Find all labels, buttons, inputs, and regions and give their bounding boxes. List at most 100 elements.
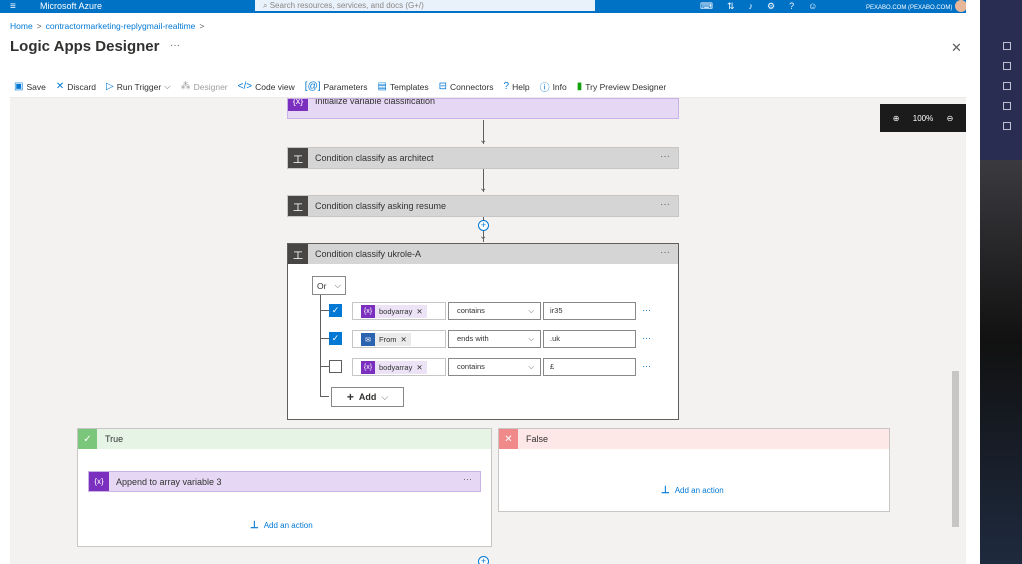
hamburger-menu-icon[interactable]: ≡ bbox=[10, 0, 16, 13]
condition-tree-branch bbox=[320, 366, 329, 367]
help-button[interactable]: ? Help bbox=[504, 81, 530, 92]
group-operator-dropdown[interactable]: Or ⌵ bbox=[312, 276, 346, 295]
condition-tree-branch bbox=[320, 310, 329, 311]
templates-button[interactable]: ▤ Templates bbox=[377, 81, 428, 92]
canvas-scrollbar[interactable] bbox=[952, 371, 959, 527]
add-action-icon: ⊥ bbox=[250, 520, 259, 531]
add-action-true[interactable]: ⊥ Add an action bbox=[250, 520, 313, 531]
row-checkbox[interactable]: ✓ bbox=[329, 332, 342, 345]
false-branch-header[interactable]: ✕ False bbox=[499, 429, 889, 449]
token-remove-icon[interactable]: ✕ bbox=[416, 307, 422, 316]
zoom-in-icon[interactable]: ⊕ bbox=[893, 114, 900, 123]
search-icon: ⌕ bbox=[263, 1, 270, 10]
azure-brand[interactable]: Microsoft Azure bbox=[40, 0, 102, 13]
add-action-icon: ⊥ bbox=[661, 485, 670, 496]
condition-icon: ⼯ bbox=[288, 148, 308, 168]
operator-dropdown[interactable]: contains ⌵ bbox=[448, 358, 541, 376]
right-operand-field[interactable]: £ bbox=[543, 358, 636, 376]
insert-step-plus-icon[interactable]: + bbox=[478, 556, 489, 564]
operator-label: ends with bbox=[457, 334, 489, 343]
arrow-down-icon: ⌄ bbox=[479, 183, 488, 194]
help-icon[interactable]: ? bbox=[789, 0, 794, 13]
step-append-to-array[interactable]: {x} Append to array variable 3 ··· bbox=[88, 471, 481, 492]
step-more-button[interactable]: ··· bbox=[660, 151, 670, 162]
row-more-button[interactable]: ··· bbox=[642, 305, 651, 315]
directory-filter-icon[interactable]: ⇅ bbox=[727, 0, 735, 13]
flag-icon: ▮ bbox=[576, 81, 583, 92]
token-label: bodyarray bbox=[379, 307, 413, 316]
left-operand-field[interactable]: {x} bodyarray ✕ bbox=[352, 302, 446, 320]
step-condition-architect[interactable]: ⼯ Condition classify as architect ··· bbox=[287, 147, 679, 169]
row-more-button[interactable]: ··· bbox=[642, 361, 651, 371]
list-checkbox bbox=[1003, 42, 1011, 50]
cloud-shell-icon[interactable]: ⌨ bbox=[700, 0, 713, 13]
breadcrumb-home[interactable]: Home bbox=[10, 21, 33, 31]
condition-icon: ⼯ bbox=[288, 196, 308, 216]
background-photo bbox=[980, 160, 1022, 564]
account-tenant[interactable]: PEXABO.COM (PEXABO.COM) bbox=[866, 3, 952, 13]
operand-value: .uk bbox=[550, 334, 561, 343]
topbar-icons: ⌨ ⇅ ♪ ⚙ ? ☺ bbox=[700, 0, 817, 13]
token-remove-icon[interactable]: ✕ bbox=[401, 335, 407, 344]
code-view-button[interactable]: </> Code view bbox=[238, 81, 295, 92]
page-more-button[interactable]: ··· bbox=[170, 40, 180, 51]
left-operand-field[interactable]: ✉ From ✕ bbox=[352, 330, 446, 348]
chevron-down-icon: ⌵ bbox=[528, 362, 534, 371]
save-button[interactable]: ▣ Save bbox=[14, 81, 46, 92]
step-header: ⼯ Condition classify asking resume ··· bbox=[288, 196, 678, 216]
operand-value: £ bbox=[550, 362, 555, 371]
row-checkbox[interactable] bbox=[329, 360, 342, 373]
true-branch-header[interactable]: ✓ True bbox=[78, 429, 491, 449]
row-more-button[interactable]: ··· bbox=[642, 333, 651, 343]
connectors-button[interactable]: ⊟ Connectors bbox=[439, 81, 494, 92]
step-more-button[interactable]: ··· bbox=[660, 247, 670, 258]
condition-tree-branch bbox=[320, 396, 329, 397]
row-checkbox[interactable]: ✓ bbox=[329, 304, 342, 317]
page-title: Logic Apps Designer bbox=[10, 38, 160, 55]
step-more-button[interactable]: ··· bbox=[660, 199, 670, 210]
parameters-icon: [@] bbox=[304, 81, 321, 92]
settings-gear-icon[interactable]: ⚙ bbox=[767, 0, 775, 13]
add-condition-button[interactable]: + Add ⌵ bbox=[331, 387, 404, 407]
mail-icon: ✉ bbox=[361, 333, 375, 346]
insert-step-plus-icon[interactable]: + bbox=[478, 220, 489, 231]
dynamic-token[interactable]: {x} bodyarray ✕ bbox=[361, 305, 427, 318]
add-action-false[interactable]: ⊥ Add an action bbox=[661, 485, 724, 496]
operator-dropdown[interactable]: contains ⌵ bbox=[448, 302, 541, 320]
designer-button[interactable]: ⁂ Designer bbox=[181, 81, 228, 92]
step-title: Condition classify asking resume bbox=[315, 201, 447, 211]
token-label: bodyarray bbox=[379, 363, 413, 372]
operator-dropdown[interactable]: ends with ⌵ bbox=[448, 330, 541, 348]
info-icon: ⓘ bbox=[539, 83, 550, 94]
dynamic-token[interactable]: {x} bodyarray ✕ bbox=[361, 361, 427, 374]
left-operand-field[interactable]: {x} bodyarray ✕ bbox=[352, 358, 446, 376]
step-condition-resume[interactable]: ⼯ Condition classify asking resume ··· bbox=[287, 195, 679, 217]
info-button[interactable]: ⓘ Info bbox=[539, 79, 567, 95]
step-title: Condition classify ukrole-A bbox=[315, 249, 422, 259]
right-operand-field[interactable]: .uk bbox=[543, 330, 636, 348]
zoom-out-icon[interactable]: ⊖ bbox=[947, 114, 954, 123]
condition-tree-branch bbox=[320, 338, 329, 339]
run-trigger-button[interactable]: ▷ Run Trigger ⌵ bbox=[106, 81, 171, 92]
condition-icon: ⼯ bbox=[288, 244, 308, 264]
token-remove-icon[interactable]: ✕ bbox=[416, 363, 422, 372]
feedback-icon[interactable]: ☺ bbox=[808, 0, 817, 13]
discard-button[interactable]: ✕ Discard bbox=[56, 81, 96, 92]
try-preview-designer-button[interactable]: ▮ Try Preview Designer bbox=[577, 81, 666, 92]
global-search-input[interactable]: ⌕ Search resources, services, and docs (… bbox=[255, 0, 595, 11]
x-icon: ✕ bbox=[499, 429, 518, 449]
step-more-button[interactable]: ··· bbox=[463, 474, 472, 484]
operator-label: contains bbox=[457, 362, 485, 371]
parameters-button[interactable]: [@] Parameters bbox=[305, 81, 368, 92]
notifications-icon[interactable]: ♪ bbox=[749, 0, 754, 13]
dynamic-token[interactable]: ✉ From ✕ bbox=[361, 333, 411, 346]
step-initialize-variable[interactable]: {x} Initialize variable classification bbox=[287, 98, 679, 119]
breadcrumb-resource[interactable]: contractormarketing-replygmail-realtime bbox=[46, 21, 196, 31]
operand-value: ir35 bbox=[550, 306, 563, 315]
add-action-label: Add an action bbox=[263, 521, 313, 530]
right-operand-field[interactable]: ir35 bbox=[543, 302, 636, 320]
variable-icon: {x} bbox=[361, 305, 375, 318]
add-action-label: Add an action bbox=[674, 486, 724, 495]
close-icon[interactable]: ✕ bbox=[951, 40, 962, 56]
list-checkbox bbox=[1003, 102, 1011, 110]
